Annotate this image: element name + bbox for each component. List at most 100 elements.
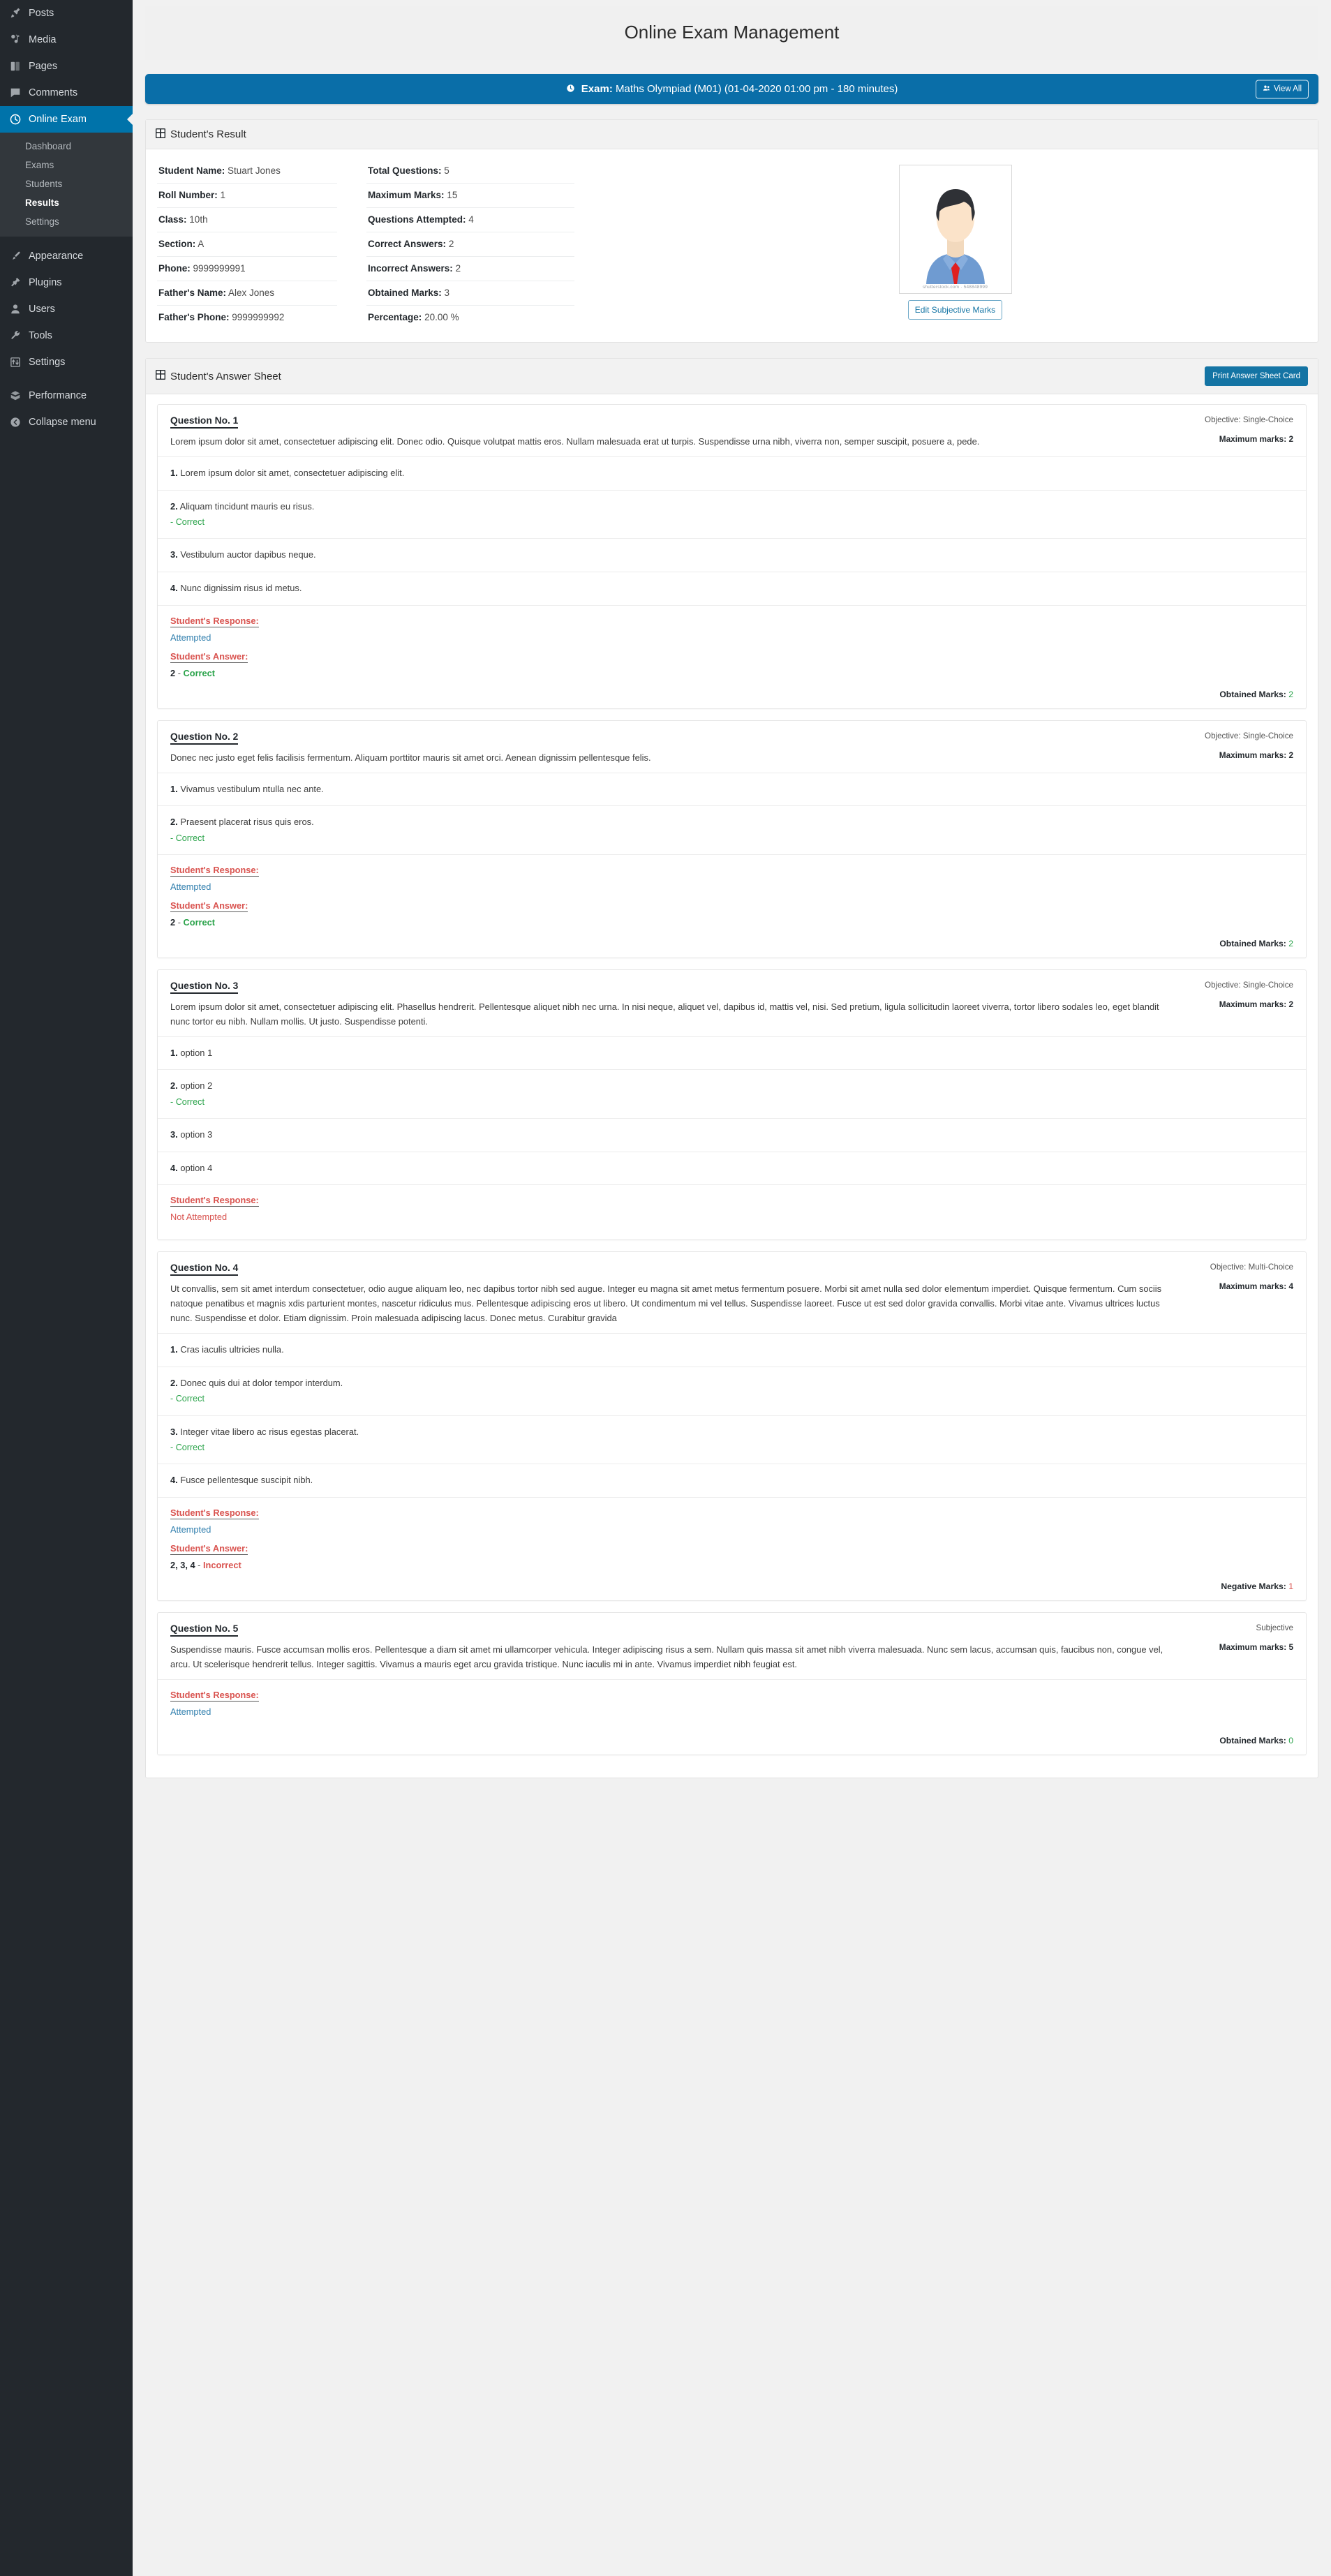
edit-subjective-marks-button[interactable]: Edit Subjective Marks	[907, 300, 1003, 320]
result-field-questions-attempted: Questions Attempted: 4	[366, 208, 574, 232]
option-text: option 4	[180, 1162, 213, 1173]
field-value: 20.00 %	[424, 312, 459, 322]
sidebar-item-label: Performance	[29, 389, 87, 401]
submenu-item-dashboard[interactable]: Dashboard	[0, 137, 133, 156]
menu-gap	[0, 375, 133, 382]
option-text: Aliquam tincidunt mauris eu risus.	[179, 500, 315, 512]
response-block: Student's Response: Attempted Student's …	[158, 854, 1306, 932]
marks-value: 2	[1288, 689, 1293, 699]
print-answer-sheet-card-button[interactable]: Print Answer Sheet Card	[1205, 366, 1308, 386]
option-row: 1. Cras iaculis ultricies nulla.	[158, 1333, 1306, 1367]
student-response-value: Attempted	[170, 1524, 211, 1535]
field-label: Maximum Marks:	[368, 190, 445, 200]
marks-value: 1	[1288, 1581, 1293, 1592]
result-column-scores: Total Questions: 5 Maximum Marks: 15 Que…	[366, 159, 604, 329]
submenu-item-students[interactable]: Students	[0, 174, 133, 193]
sidebar-item-tools[interactable]: Tools	[0, 322, 133, 349]
exam-name: Maths Olympiad (M01) (01-04-2020 01:00 p…	[616, 83, 898, 95]
main-content: Online Exam Management Exam: Maths Olymp…	[133, 0, 1331, 2576]
grid-icon	[156, 128, 165, 141]
question-header: Question No. 5 Suspendisse mauris. Fusce…	[158, 1613, 1306, 1679]
question-marks-row: Negative Marks: 1	[158, 1574, 1306, 1600]
question-header: Question No. 1 Lorem ipsum dolor sit ame…	[158, 405, 1306, 456]
option-correct-badge: - Correct	[170, 1394, 205, 1404]
option-number: 3.	[170, 1129, 178, 1140]
option-row: 2. Aliquam tincidunt mauris eu risus. - …	[158, 489, 1306, 539]
option-text: Cras iaculis ultricies nulla.	[180, 1344, 284, 1355]
option-number: 2.	[170, 817, 178, 828]
question-marks-row: Obtained Marks: 2	[158, 683, 1306, 708]
question-card: Question No. 3 Lorem ipsum dolor sit ame…	[157, 969, 1307, 1241]
question-marks-row: Obtained Marks: 2	[158, 932, 1306, 958]
view-all-button[interactable]: View All	[1255, 80, 1309, 98]
field-label: Student Name:	[158, 165, 225, 176]
student-photo-column: shutterstock.com · 548848999 Edit Subjec…	[604, 159, 1307, 329]
submenu-item-exams[interactable]: Exams	[0, 156, 133, 174]
response-block: Student's Response: Not Attempted	[158, 1184, 1306, 1239]
plug-icon	[8, 276, 22, 290]
wrench-icon	[8, 329, 22, 343]
question-maximum-marks: Maximum marks: 5	[1219, 1642, 1293, 1653]
question-left: Question No. 2 Donec nec justo eget feli…	[170, 731, 1189, 766]
student-response-value: Attempted	[170, 1706, 211, 1717]
question-card: Question No. 1 Lorem ipsum dolor sit ame…	[157, 404, 1307, 709]
sidebar-item-comments[interactable]: Comments	[0, 80, 133, 106]
response-block: Student's Response: Attempted Student's …	[158, 604, 1306, 683]
option-correct-badge: - Correct	[170, 1443, 205, 1453]
grid-icon	[156, 370, 165, 382]
marks-label: Negative Marks:	[1221, 1581, 1286, 1592]
response-block: Student's Response: Attempted	[158, 1678, 1306, 1729]
student-result-header: Student's Result	[146, 120, 1318, 149]
answer-separator: -	[177, 667, 181, 678]
question-number: Question No. 4	[170, 1263, 239, 1276]
result-field-phone: Phone: 9999999991	[157, 257, 337, 281]
option-number: 2.	[170, 500, 178, 512]
sidebar-item-media[interactable]: Media	[0, 27, 133, 53]
question-text: Donec nec justo eget felis facilisis fer…	[170, 752, 651, 763]
sidebar-item-users[interactable]: Users	[0, 296, 133, 322]
submenu-item-settings[interactable]: Settings	[0, 212, 133, 231]
student-result-title-group: Student's Result	[156, 128, 246, 141]
question-right: Objective: Single-Choice Maximum marks: …	[1189, 980, 1293, 1009]
sidebar-item-posts[interactable]: Posts	[0, 0, 133, 27]
marks-label: Obtained Marks:	[1219, 1735, 1286, 1745]
result-field-total-questions: Total Questions: 5	[366, 159, 574, 184]
question-text: Ut convallis, sem sit amet interdum cons…	[170, 1283, 1162, 1324]
sidebar-item-performance[interactable]: Performance	[0, 382, 133, 409]
question-text: Lorem ipsum dolor sit amet, consectetuer…	[170, 436, 980, 447]
student-response-value: Not Attempted	[170, 1212, 228, 1223]
sidebar-item-label: Posts	[29, 7, 54, 19]
field-value: Stuart Jones	[228, 165, 281, 176]
sidebar-item-label: Tools	[29, 329, 52, 341]
question-left: Question No. 4 Ut convallis, sem sit ame…	[170, 1262, 1189, 1326]
question-objective: Subjective	[1256, 1623, 1294, 1633]
field-label: Phone:	[158, 263, 191, 274]
option-number: 2.	[170, 1377, 178, 1388]
users-icon	[1263, 84, 1271, 94]
option-row: 2. Donec quis dui at dolor tempor interd…	[158, 1366, 1306, 1415]
sidebar-item-collapse-menu[interactable]: Collapse menu	[0, 409, 133, 435]
field-value: 9999999992	[232, 312, 285, 322]
result-field-section: Section: A	[157, 232, 337, 257]
sidebar-item-online-exam[interactable]: Online Exam	[0, 106, 133, 133]
field-value: 15	[447, 190, 458, 200]
sidebar-item-plugins[interactable]: Plugins	[0, 269, 133, 296]
sidebar-item-pages[interactable]: Pages	[0, 53, 133, 80]
sidebar-item-label: Comments	[29, 87, 78, 98]
question-right: Objective: Multi-Choice Maximum marks: 4	[1189, 1262, 1293, 1291]
result-field-percentage: Percentage: 20.00 %	[366, 306, 574, 329]
submenu-item-results[interactable]: Results	[0, 193, 133, 212]
result-field-fathers-phone: Father's Phone: 9999999992	[157, 306, 337, 329]
sidebar-item-settings[interactable]: Settings	[0, 349, 133, 375]
option-number: 2.	[170, 1080, 178, 1092]
option-row: 2. option 2 - Correct	[158, 1069, 1306, 1118]
option-number: 3.	[170, 549, 178, 560]
question-left: Question No. 1 Lorem ipsum dolor sit ame…	[170, 415, 1189, 449]
sidebar-item-label: Pages	[29, 60, 58, 72]
student-result-body: Student Name: Stuart Jones Roll Number: …	[146, 149, 1318, 342]
question-right: Objective: Single-Choice Maximum marks: …	[1189, 415, 1293, 444]
sidebar-item-appearance[interactable]: Appearance	[0, 243, 133, 269]
question-objective: Objective: Multi-Choice	[1210, 1263, 1293, 1272]
option-text: Integer vitae libero ac risus egestas pl…	[180, 1426, 359, 1437]
field-label: Total Questions:	[368, 165, 442, 176]
